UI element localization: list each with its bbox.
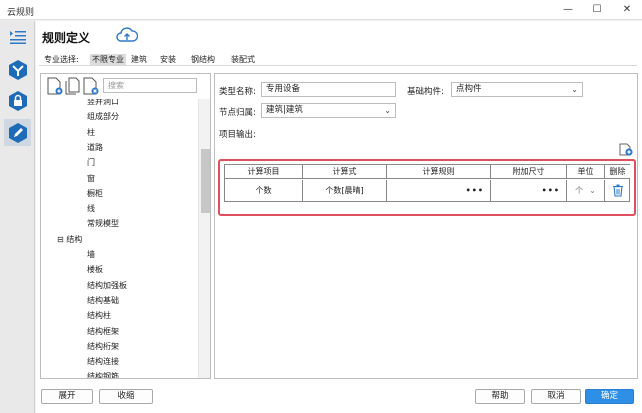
tab-prefab[interactable]: 装配式 <box>231 54 255 65</box>
base-component-select[interactable]: 点构件 ⌄ <box>451 82 583 97</box>
tree-item[interactable]: 组成部分 <box>87 111 119 122</box>
tab-unlimited[interactable]: 不限专业 <box>90 54 126 65</box>
menu-list-icon[interactable] <box>4 23 31 50</box>
tree-item[interactable]: 柱 <box>87 127 95 138</box>
tab-installation[interactable]: 安装 <box>160 54 176 65</box>
window-title: 云规则 <box>7 8 35 18</box>
page-title: 规则定义 <box>42 31 91 45</box>
rule-edit-icon[interactable] <box>4 119 31 146</box>
category-tree: 竖井洞口组成部分柱道路门窗橱柜线常规模型 ⊟ 结构墙楼板结构加强板结构基础结构柱结… <box>41 99 198 378</box>
trash-icon[interactable] <box>612 184 624 197</box>
header-calc-item: 计算项目 <box>225 165 303 179</box>
project-output-label: 项目输出: <box>219 130 256 140</box>
node-owner-select[interactable]: 建筑|建筑 ⌄ <box>261 103 396 118</box>
tree-item[interactable]: 结构钢筋 <box>87 371 119 378</box>
chevron-down-icon: ⌄ <box>384 106 391 115</box>
tree-item[interactable]: 结构柱 <box>87 310 111 321</box>
cell-calc-rule[interactable]: ••• <box>387 180 491 202</box>
header-extra-size: 附加尺寸 <box>491 165 567 179</box>
minimize-button[interactable]: — <box>553 0 583 20</box>
tree-item[interactable]: 窗 <box>87 173 95 184</box>
cell-calc-item[interactable]: 个数 <box>225 180 303 202</box>
help-button[interactable]: 帮助 <box>475 389 525 404</box>
copy-file-icon[interactable] <box>65 77 81 95</box>
tree-item[interactable]: 结构加强板 <box>87 280 127 291</box>
cloud-upload-icon[interactable] <box>116 26 139 44</box>
type-name-input[interactable]: 专用设备 <box>261 82 396 97</box>
output-grid: 计算项目 计算式 计算规则 附加尺寸 单位 删除 个数 个数[晨晴] ••• •… <box>224 164 630 202</box>
tab-architecture[interactable]: 建筑 <box>131 54 147 65</box>
category-tree-panel: 搜索 竖井洞口组成部分柱道路门窗橱柜线常规模型 ⊟ 结构墙楼板结构加强板结构基础结… <box>40 73 211 379</box>
specialty-label: 专业选择: <box>44 55 79 64</box>
tree-item[interactable]: 道路 <box>87 142 103 153</box>
tree-item[interactable]: ⊟ 结构 <box>57 234 82 245</box>
type-name-label: 类型名称: <box>219 87 256 97</box>
tab-steel-structure[interactable]: 钢结构 <box>191 54 215 65</box>
rule-detail-panel: 类型名称: 专用设备 基础构件: 点构件 ⌄ 节点归属: 建筑|建筑 ⌄ 项目输出:… <box>214 73 638 379</box>
tree-item[interactable]: 竖井洞口 <box>87 99 119 107</box>
output-grid-highlight: 计算项目 计算式 计算规则 附加尺寸 单位 删除 个数 个数[晨晴] ••• •… <box>218 159 636 216</box>
cell-formula[interactable]: 个数[晨晴] <box>303 180 387 202</box>
tree-item[interactable]: 结构连接 <box>87 356 119 367</box>
left-rail <box>0 21 35 413</box>
header-delete: 删除 <box>605 165 630 179</box>
main-area: 规则定义 专业选择: 不限专业 建筑 安装 钢结构 装配式 搜索 竖井洞口组成部… <box>36 21 642 413</box>
chevron-down-icon: ⌄ <box>589 186 596 195</box>
header-unit: 单位 <box>567 165 605 179</box>
scrollbar-thumb[interactable] <box>201 149 210 213</box>
tree-item[interactable]: 常规模型 <box>87 218 119 229</box>
tree-item[interactable]: 线 <box>87 203 95 214</box>
close-button[interactable]: ✕ <box>612 0 642 20</box>
tree-item[interactable]: 墙 <box>87 249 95 260</box>
node-owner-label: 节点归属: <box>219 108 256 118</box>
ok-button[interactable]: 确定 <box>585 389 634 404</box>
tree-item[interactable]: 橱柜 <box>87 188 103 199</box>
tree-item[interactable]: 结构桁架 <box>87 341 119 352</box>
delete-file-icon[interactable] <box>83 77 99 95</box>
expand-button[interactable]: 展开 <box>41 389 93 404</box>
new-file-icon[interactable] <box>47 77 63 95</box>
specialty-bar: 专业选择: 不限专业 建筑 安装 钢结构 装配式 <box>39 53 637 66</box>
tree-scrollbar[interactable] <box>198 99 210 378</box>
tree-item[interactable]: 楼板 <box>87 264 103 275</box>
add-row-icon[interactable] <box>619 142 633 156</box>
cell-extra-size[interactable]: ••• <box>491 180 567 202</box>
header-formula: 计算式 <box>303 165 387 179</box>
more-icon[interactable]: ••• <box>466 180 484 202</box>
base-component-label: 基础构件: <box>407 87 444 97</box>
more-icon[interactable]: ••• <box>542 180 560 202</box>
search-input[interactable]: 搜索 <box>103 78 197 93</box>
filter-icon[interactable] <box>4 56 31 83</box>
tree-item[interactable]: 结构基础 <box>87 295 119 306</box>
tree-toolbar: 搜索 <box>41 74 210 98</box>
title-bar: 云规则 — ☐ ✕ <box>0 0 642 20</box>
chevron-down-icon: ⌄ <box>571 85 578 94</box>
cell-unit[interactable]: 个 ⌄ <box>567 180 605 202</box>
header-calc-rule: 计算规则 <box>387 165 491 179</box>
cell-delete[interactable] <box>605 180 630 202</box>
maximize-button[interactable]: ☐ <box>582 0 612 20</box>
tree-item[interactable]: 门 <box>87 157 95 168</box>
lock-icon[interactable] <box>4 87 31 114</box>
cancel-button[interactable]: 取消 <box>531 389 581 404</box>
tree-item[interactable]: 结构框架 <box>87 326 119 337</box>
collapse-button[interactable]: 收缩 <box>99 389 153 404</box>
